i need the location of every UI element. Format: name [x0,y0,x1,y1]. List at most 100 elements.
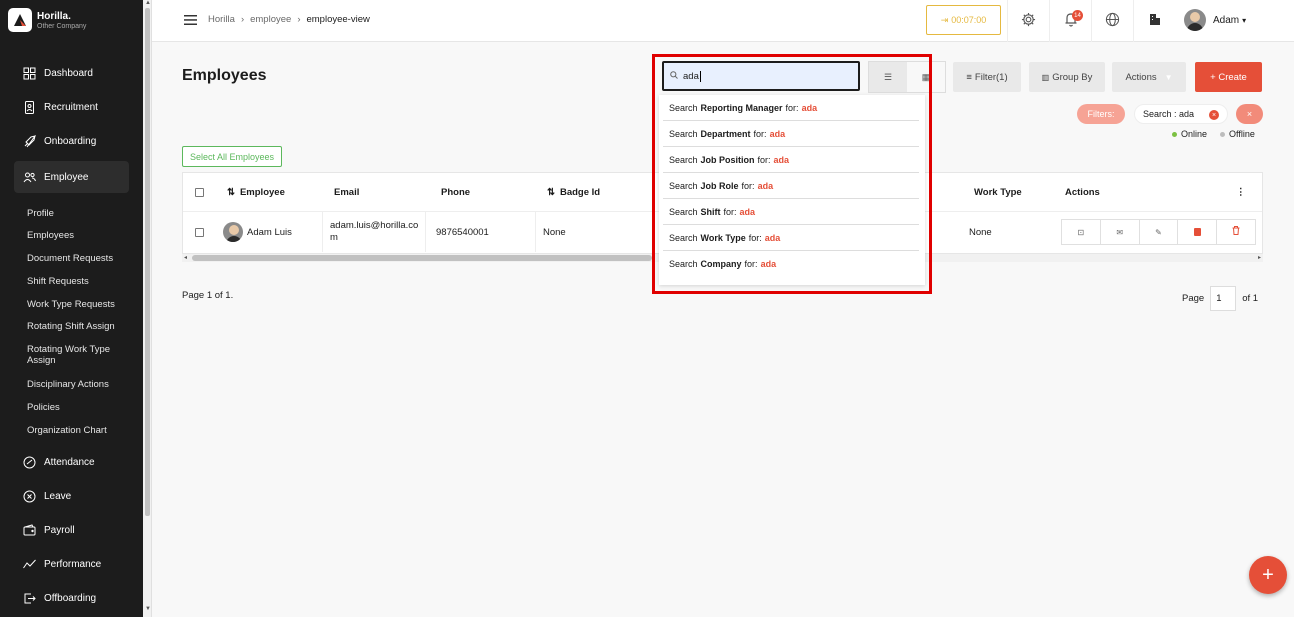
submenu-policies[interactable]: Policies [27,402,137,413]
submenu-organization-chart[interactable]: Organization Chart [27,425,137,436]
submenu-rotating-shift-assign[interactable]: Rotating Shift Assign [27,321,137,332]
filter-button[interactable]: ≡ Filter(1) [953,62,1021,92]
check-in-timer-button[interactable]: ⇥ 00:07:00 [926,5,1001,35]
breadcrumb: Horilla › employee › employee-view [208,14,370,25]
brand[interactable]: Horilla. Other Company [8,8,86,32]
column-badge-id[interactable]: ⇅ Badge Id [547,173,600,211]
delete-button[interactable] [1217,220,1255,244]
attendance-icon [22,455,36,469]
row-actions: ⊡ ✉ ✎ [1061,219,1256,245]
mail-button[interactable]: ✉ [1101,220,1140,244]
sort-icon: ⇅ [547,186,555,198]
employee-name: Adam Luis [247,226,292,238]
nav-label: Employee [44,171,89,183]
breadcrumb-item[interactable]: Horilla [208,14,235,25]
company-switch-button[interactable] [1133,0,1175,42]
breadcrumb-item[interactable]: employee [250,14,291,25]
topbar: Horilla › employee › employee-view ⇥ 00:… [152,0,1294,42]
onboarding-icon [22,134,36,148]
chevron-down-icon: ▼ [1164,72,1173,82]
pagination: Page 1 of 1 [1182,286,1258,311]
nav-performance[interactable]: Performance [14,549,129,579]
archive-icon: ⊡ [1077,227,1085,237]
create-button[interactable]: + Create [1195,62,1262,92]
legend-offline: Offline [1220,129,1255,139]
submenu-work-type-requests[interactable]: Work Type Requests [27,299,137,310]
page-number-input[interactable]: 1 [1210,286,1237,311]
user-name: Adam [1213,14,1240,26]
archive-button[interactable]: ⊡ [1062,220,1101,244]
actions-label: Actions [1125,71,1157,83]
scroll-up-icon[interactable]: ▲ [145,0,151,6]
submenu-disciplinary-actions[interactable]: Disciplinary Actions [27,379,137,390]
block-button[interactable] [1178,220,1218,244]
nav-label: Leave [44,490,72,502]
row-checkbox[interactable] [195,227,204,237]
select-all-employees-button[interactable]: Select All Employees [182,146,282,167]
header-label: Badge Id [559,186,601,198]
submenu-profile[interactable]: Profile [27,208,137,219]
column-phone: Phone [441,186,471,198]
highlight-box [652,54,932,294]
page-title: Employees [182,67,267,84]
notifications-button[interactable]: 14 [1049,0,1091,42]
gear-icon [1021,12,1036,30]
avatar [223,222,243,242]
leave-icon [22,489,36,503]
nav-label: Recruitment [44,101,98,113]
scroll-down-icon[interactable]: ▼ [145,606,151,612]
column-options-icon[interactable]: ⋮ [1236,173,1246,211]
filter-icon: ≡ [966,71,972,83]
quick-add-button[interactable]: + [1249,556,1287,594]
nav-label: Attendance [44,456,95,468]
nav-recruitment[interactable]: Recruitment [14,92,129,122]
timer-value: 00:07:00 [951,15,987,25]
nav-onboarding[interactable]: Onboarding [14,126,129,156]
nav-attendance[interactable]: Attendance [14,447,129,477]
edit-icon: ✎ [1155,227,1162,237]
offline-dot-icon [1220,131,1225,137]
group-by-button[interactable]: ▥ Group By [1029,62,1105,92]
column-employee[interactable]: ⇅ Employee [227,173,285,211]
scrollbar-thumb[interactable] [192,255,652,261]
nav-label: Payroll [44,524,75,536]
nav-label: Offboarding [44,592,97,604]
select-all-checkbox[interactable] [195,187,204,197]
edit-button[interactable]: ✎ [1140,220,1179,244]
filter-chip-label: Search : ada [1143,109,1195,119]
performance-icon [22,557,36,571]
dashboard-icon [22,66,36,80]
submenu-employees[interactable]: Employees [27,230,137,241]
submenu-document-requests[interactable]: Document Requests [27,253,137,264]
nav-employee[interactable]: Employee [14,161,129,193]
submenu-rotating-work-type-assign[interactable]: Rotating Work Type Assign [27,344,127,366]
settings-button[interactable] [1007,0,1049,42]
offboarding-icon [22,591,36,605]
submenu-shift-requests[interactable]: Shift Requests [27,276,137,287]
nav-label: Onboarding [44,135,97,147]
nav-leave[interactable]: Leave [14,481,129,511]
search-filter-chip: Search : ada × [1134,104,1228,124]
actions-button[interactable]: Actions ▼ [1112,62,1186,92]
nav-dashboard[interactable]: Dashboard [14,58,129,88]
language-button[interactable] [1091,0,1133,42]
badge-cell: None [543,226,566,238]
filters-label: Filters: [1077,104,1125,124]
mail-icon: ✉ [1116,227,1124,237]
scroll-left-icon[interactable]: ◂ [184,254,187,261]
pagination-summary: Page 1 of 1. [182,290,234,301]
scroll-right-icon[interactable]: ▸ [1258,254,1261,261]
nav-label: Performance [44,558,102,570]
nav-offboarding[interactable]: Offboarding [14,583,129,613]
sidebar-scrollbar[interactable]: ▲ ▼ [143,0,152,617]
remove-filter-icon[interactable]: × [1209,110,1219,120]
user-menu[interactable]: Adam ▾ [1184,9,1246,31]
check-in-icon: ⇥ [940,14,949,25]
legend-online: Online [1172,129,1207,139]
menu-toggle-icon[interactable] [184,15,197,28]
nav-payroll[interactable]: Payroll [14,515,129,545]
clear-filters-button[interactable]: × [1236,104,1263,124]
scrollbar-thumb[interactable] [145,8,150,516]
plus-icon: + [1262,563,1274,586]
group-by-icon: ▥ [1041,72,1050,82]
